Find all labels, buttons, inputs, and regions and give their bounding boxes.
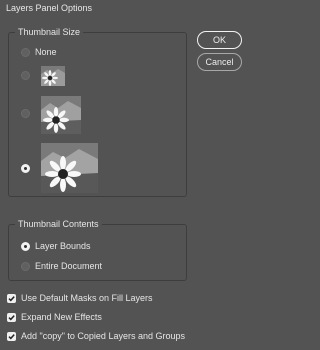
radio-thumbnail-none[interactable] bbox=[21, 48, 30, 57]
thumbnail-large-preview bbox=[41, 143, 98, 193]
cancel-button[interactable]: Cancel bbox=[197, 53, 242, 71]
thumbnail-contents-legend: Thumbnail Contents bbox=[15, 219, 102, 230]
radio-layer-bounds-label: Layer Bounds bbox=[35, 241, 91, 251]
thumbnail-small-preview bbox=[41, 66, 65, 86]
radio-entire-document-label: Entire Document bbox=[35, 261, 103, 271]
checkmark-icon bbox=[8, 315, 15, 321]
checkbox-expand-effects-label: Expand New Effects bbox=[21, 312, 102, 322]
checkbox-expand-effects[interactable] bbox=[7, 313, 16, 322]
dialog-title: Layers Panel Options bbox=[6, 3, 93, 13]
title-bar: Layers Panel Options bbox=[0, 0, 249, 17]
checkbox-default-masks-label: Use Default Masks on Fill Layers bbox=[21, 293, 153, 303]
thumbnail-medium-preview bbox=[41, 96, 81, 134]
radio-entire-document[interactable] bbox=[21, 262, 30, 271]
thumbnail-size-legend: Thumbnail Size bbox=[15, 27, 84, 38]
checkmark-icon bbox=[8, 334, 15, 340]
radio-thumbnail-large[interactable] bbox=[21, 164, 30, 173]
radio-thumbnail-medium[interactable] bbox=[21, 109, 30, 118]
checkbox-add-copy-label: Add "copy" to Copied Layers and Groups bbox=[21, 331, 185, 341]
checkbox-add-copy[interactable] bbox=[7, 332, 16, 341]
ok-button[interactable]: OK bbox=[197, 31, 242, 49]
thumbnail-contents-group: Thumbnail Contents bbox=[8, 219, 187, 281]
checkbox-default-masks[interactable] bbox=[7, 294, 16, 303]
radio-thumbnail-small[interactable] bbox=[21, 71, 30, 80]
radio-thumbnail-none-label: None bbox=[35, 47, 57, 57]
radio-layer-bounds[interactable] bbox=[21, 242, 30, 251]
checkmark-icon bbox=[8, 296, 15, 302]
